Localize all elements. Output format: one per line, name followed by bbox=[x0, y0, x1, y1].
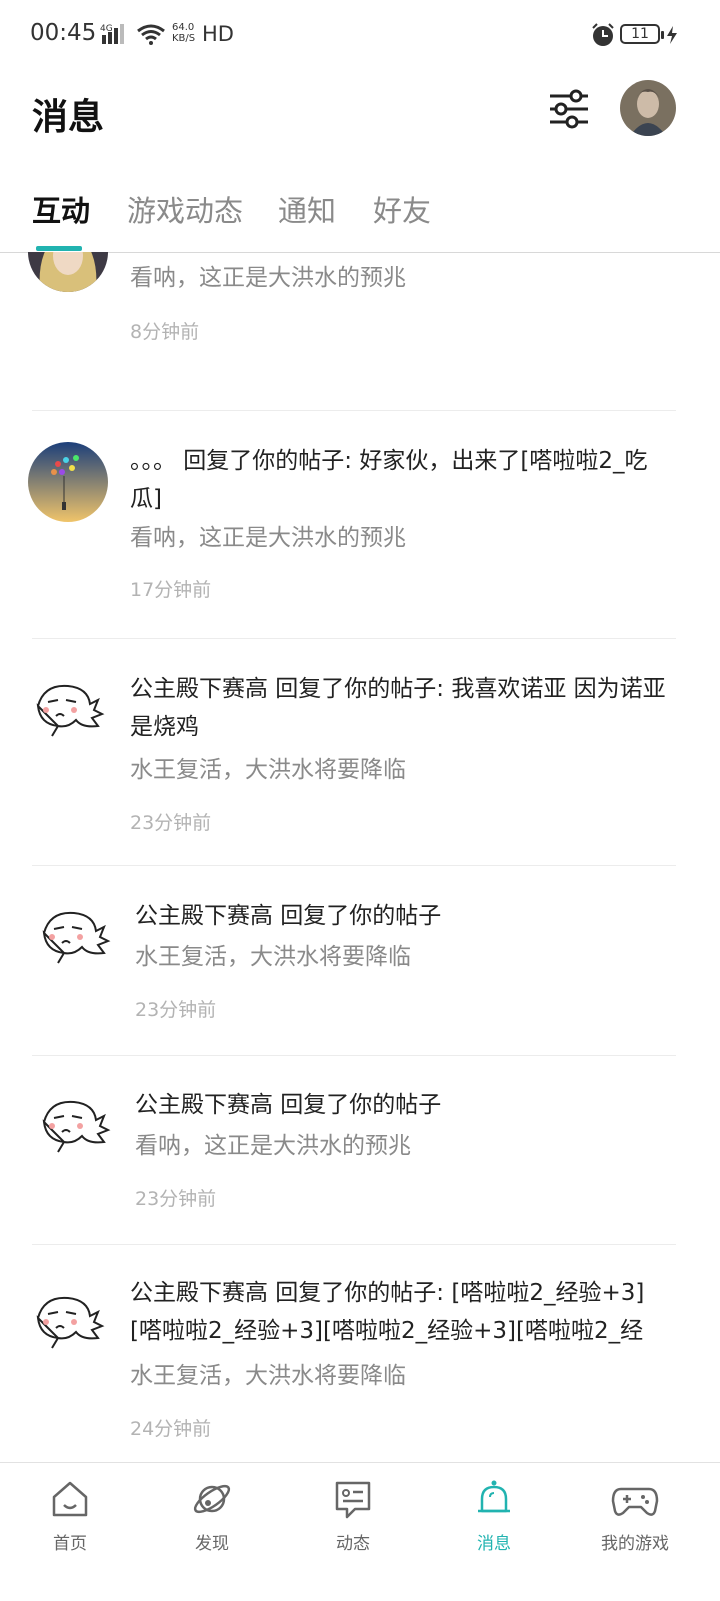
tab-notifications[interactable]: 通知 bbox=[278, 188, 336, 230]
nav-discover[interactable]: 发现 bbox=[142, 1477, 282, 1554]
message-title: 公主殿下赛高 回复了你的帖子: [嗒啦啦2_经验+3][嗒啦啦2_经验+3][嗒… bbox=[130, 1280, 645, 1344]
message-title: 公主殿下赛高 回复了你的帖子: 我喜欢诺亚 因为诺亚是烧鸡 bbox=[130, 676, 666, 740]
tab-friends[interactable]: 好友 bbox=[373, 188, 431, 230]
page-title: 消息 bbox=[32, 97, 105, 138]
nav-my-games[interactable]: 我的游戏 bbox=[565, 1477, 705, 1554]
gamepad-icon bbox=[611, 1487, 659, 1516]
message-tabs: 互动 游戏动态 通知 好友 bbox=[0, 170, 720, 253]
nav-label: 首页 bbox=[53, 1534, 87, 1554]
dino-sketch-avatar[interactable] bbox=[28, 670, 108, 750]
wifi-icon bbox=[136, 23, 166, 49]
message-time: 17分钟前 bbox=[130, 579, 212, 601]
message-preview: 水王复活，大洪水将要降临 bbox=[130, 1363, 406, 1389]
message-title: 公主殿下赛高 回复了你的帖子 bbox=[135, 1092, 442, 1118]
dino-sketch-avatar[interactable] bbox=[28, 1282, 108, 1362]
divider bbox=[32, 638, 676, 639]
network-speed: 64.0 KB/S bbox=[172, 22, 196, 44]
list-item[interactable]: 公主殿下赛高 回复了你的帖子: [嗒啦啦2_经验+3][嗒啦啦2_经验+3][嗒… bbox=[0, 1274, 720, 1462]
bottom-navigation: 首页 发现 动态 消息 我的游戏 bbox=[0, 1462, 720, 1601]
balloons-avatar[interactable] bbox=[28, 442, 108, 522]
message-preview: 看呐，这正是大洪水的预兆 bbox=[130, 265, 406, 291]
alarm-icon bbox=[590, 22, 616, 52]
message-preview: 水王复活，大洪水将要降临 bbox=[130, 757, 406, 783]
status-time: 00:45 bbox=[30, 20, 97, 46]
message-time: 24分钟前 bbox=[130, 1418, 212, 1440]
active-tab-indicator bbox=[36, 246, 82, 251]
app-header: 消息 bbox=[0, 70, 720, 160]
blonde-girl-avatar[interactable] bbox=[28, 252, 108, 292]
hd-indicator: HD bbox=[202, 22, 234, 46]
list-item[interactable]: 。。。 回复了你的帖子: 好家伙，出来了[嗒啦啦2_吃瓜] 看呐，这正是大洪水的… bbox=[0, 442, 720, 670]
nav-feed[interactable]: 动态 bbox=[283, 1477, 423, 1554]
status-bar: 00:45 4G 64.0 KB/S HD 11 bbox=[0, 0, 720, 70]
tab-interaction[interactable]: 互动 bbox=[32, 188, 90, 230]
list-item[interactable]: 公主殿下赛高 回复了你的帖子 水王复活，大洪水将要降临 23分钟前 bbox=[0, 897, 720, 1087]
divider bbox=[32, 865, 676, 866]
message-title: 。。。 回复了你的帖子: 好家伙，出来了[嗒啦啦2_吃瓜] bbox=[130, 448, 648, 512]
filter-settings-button[interactable] bbox=[546, 86, 592, 132]
message-time: 23分钟前 bbox=[135, 1188, 217, 1210]
nav-label: 我的游戏 bbox=[601, 1534, 669, 1554]
message-time: 8分钟前 bbox=[130, 321, 200, 343]
dino-sketch-avatar[interactable] bbox=[34, 897, 114, 977]
tab-game-updates[interactable]: 游戏动态 bbox=[127, 188, 243, 230]
chat-icon bbox=[335, 1481, 371, 1519]
nav-messages[interactable]: 消息 bbox=[424, 1477, 564, 1554]
divider bbox=[32, 1055, 676, 1056]
message-preview: 看呐，这正是大洪水的预兆 bbox=[130, 525, 406, 551]
divider bbox=[32, 410, 676, 411]
user-avatar[interactable] bbox=[620, 80, 676, 136]
battery-indicator: 11 bbox=[620, 24, 664, 44]
signal-icon: 4G bbox=[100, 22, 130, 50]
nav-label: 发现 bbox=[195, 1534, 229, 1554]
nav-label: 消息 bbox=[477, 1534, 511, 1554]
message-time: 23分钟前 bbox=[130, 812, 212, 834]
message-preview: 看呐，这正是大洪水的预兆 bbox=[135, 1133, 411, 1159]
home-icon bbox=[52, 1481, 88, 1517]
message-time: 23分钟前 bbox=[135, 999, 217, 1021]
list-item[interactable]: 吃瓜 看呐，这正是大洪水的预兆 8分钟前 bbox=[0, 252, 720, 412]
message-preview: 水王复活，大洪水将要降临 bbox=[135, 944, 411, 970]
list-item[interactable]: 公主殿下赛高 回复了你的帖子: 我喜欢诺亚 因为诺亚是烧鸡 水王复活，大洪水将要… bbox=[0, 670, 720, 898]
message-title: 公主殿下赛高 回复了你的帖子 bbox=[135, 903, 442, 929]
list-item[interactable]: 公主殿下赛高 回复了你的帖子 看呐，这正是大洪水的预兆 23分钟前 bbox=[0, 1086, 720, 1276]
message-feed[interactable]: 吃瓜 看呐，这正是大洪水的预兆 8分钟前 。。。 回复了你的帖子: 好家伙，出来… bbox=[0, 252, 720, 1462]
planet-icon bbox=[193, 1484, 231, 1514]
nav-label: 动态 bbox=[336, 1534, 370, 1554]
sliders-icon bbox=[550, 89, 588, 129]
bell-icon bbox=[478, 1480, 510, 1513]
dino-sketch-avatar[interactable] bbox=[34, 1086, 114, 1166]
divider bbox=[32, 1244, 676, 1245]
nav-home[interactable]: 首页 bbox=[0, 1477, 140, 1554]
charging-icon bbox=[666, 26, 678, 48]
